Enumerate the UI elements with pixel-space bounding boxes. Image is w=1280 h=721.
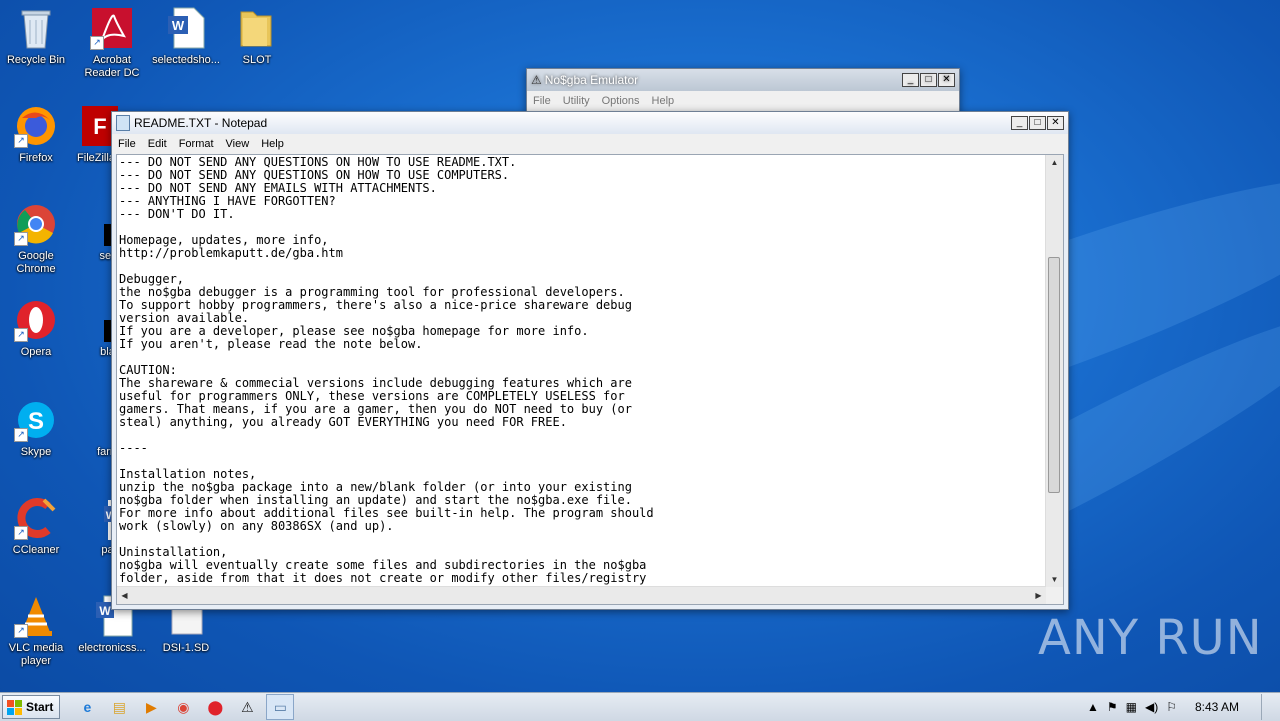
- icon-label: SLOT: [242, 54, 272, 66]
- icon-label: electronicss...: [78, 642, 146, 654]
- notepad-titlebar[interactable]: README.TXT - Notepad _ □ ✕: [112, 112, 1068, 134]
- scroll-down-icon[interactable]: ▼: [1047, 572, 1062, 587]
- desktop-icon-recycle-bin[interactable]: Recycle Bin: [0, 6, 75, 67]
- icon-label: Acrobat Reader DC: [84, 54, 140, 79]
- desktop-icon-vlc[interactable]: ↗ VLC media player: [0, 594, 75, 668]
- nogba-app-icon: ⚠: [531, 73, 542, 87]
- menu-help[interactable]: Help: [646, 95, 681, 107]
- icon-label: selectedsho...: [152, 54, 220, 66]
- show-desktop-button[interactable]: [1261, 694, 1272, 720]
- menu-format[interactable]: Format: [173, 138, 220, 150]
- desktop-icon-selectedsho[interactable]: W selectedsho...: [147, 6, 225, 67]
- menu-file[interactable]: File: [112, 138, 142, 150]
- system-tray: ▲ ⚑ ▦ ◀) ⚐ 8:43 AM: [1079, 693, 1280, 721]
- maximize-button[interactable]: □: [920, 73, 937, 87]
- shortcut-arrow-icon: ↗: [14, 526, 28, 540]
- flag-icon[interactable]: ⚐: [1166, 700, 1177, 714]
- text-editor[interactable]: --- DO NOT SEND ANY QUESTIONS ON HOW TO …: [116, 154, 1064, 605]
- svg-text:W: W: [99, 604, 111, 618]
- notepad-menubar: File Edit Format View Help: [112, 134, 1068, 154]
- shortcut-arrow-icon: ↗: [14, 134, 28, 148]
- vertical-scrollbar[interactable]: ▲ ▼: [1045, 155, 1063, 587]
- volume-icon[interactable]: ◀): [1145, 700, 1158, 714]
- anyrun-watermark: ANY RUN: [1038, 610, 1263, 666]
- close-button[interactable]: ✕: [938, 73, 955, 87]
- chrome-icon: ↗: [14, 202, 58, 246]
- menu-options[interactable]: Options: [596, 95, 646, 107]
- network-icon[interactable]: ▦: [1126, 700, 1137, 714]
- close-button[interactable]: ✕: [1047, 116, 1064, 130]
- minimize-button[interactable]: _: [902, 73, 919, 87]
- start-button[interactable]: Start: [2, 695, 61, 719]
- skype-icon: S ↗: [14, 398, 58, 442]
- scroll-right-icon[interactable]: ▶: [1031, 588, 1046, 603]
- nogba-titlebar[interactable]: ⚠ No$gba Emulator _ □ ✕: [527, 69, 959, 91]
- icon-label: VLC media player: [8, 642, 64, 667]
- chrome-taskbar-icon[interactable]: ◉: [170, 695, 196, 719]
- opera-taskbar-icon[interactable]: ⬤: [202, 695, 228, 719]
- taskbar: Start e ▤ ▶ ◉ ⬤ ⚠ ▭ ▲ ⚑ ▦ ◀) ⚐ 8:43 AM: [0, 692, 1280, 721]
- menu-edit[interactable]: Edit: [142, 138, 173, 150]
- document-text[interactable]: --- DO NOT SEND ANY QUESTIONS ON HOW TO …: [119, 156, 1043, 586]
- windows-logo-icon: [7, 699, 22, 715]
- start-label: Start: [26, 700, 54, 714]
- shortcut-arrow-icon: ↗: [14, 624, 28, 638]
- nogba-menubar: File Utility Options Help: [527, 91, 959, 111]
- scroll-left-icon[interactable]: ◀: [117, 588, 132, 603]
- nogba-taskbar-icon[interactable]: ⚠: [234, 695, 260, 719]
- notepad-app-icon: [116, 115, 130, 131]
- desktop-icon-acrobat[interactable]: ↗ Acrobat Reader DC: [73, 6, 151, 80]
- tray-chevron-icon[interactable]: ▲: [1087, 700, 1099, 714]
- menu-help[interactable]: Help: [255, 138, 290, 150]
- ie-taskbar-icon[interactable]: e: [74, 695, 100, 719]
- vlc-icon: ↗: [14, 594, 58, 638]
- ccleaner-icon: ↗: [14, 496, 58, 540]
- explorer-taskbar-icon[interactable]: ▤: [106, 695, 132, 719]
- window-title: No$gba Emulator: [544, 73, 639, 87]
- horizontal-scrollbar[interactable]: ◀ ▶: [117, 586, 1046, 604]
- clock[interactable]: 8:43 AM: [1195, 700, 1239, 714]
- minimize-button[interactable]: _: [1011, 116, 1028, 130]
- menu-file[interactable]: File: [527, 95, 557, 107]
- menu-view[interactable]: View: [220, 138, 256, 150]
- shortcut-arrow-icon: ↗: [90, 36, 104, 50]
- shortcut-arrow-icon: ↗: [14, 428, 28, 442]
- nogba-emulator-window: ⚠ No$gba Emulator _ □ ✕ File Utility Opt…: [526, 68, 960, 114]
- notepad-window: README.TXT - Notepad _ □ ✕ File Edit For…: [111, 111, 1069, 610]
- icon-label: Recycle Bin: [6, 54, 66, 66]
- shortcut-arrow-icon: ↗: [14, 232, 28, 246]
- svg-text:S: S: [28, 408, 44, 435]
- media-player-taskbar-icon[interactable]: ▶: [138, 695, 164, 719]
- icon-label: DSI-1.SD: [162, 642, 210, 654]
- scroll-up-icon[interactable]: ▲: [1047, 155, 1062, 170]
- action-center-icon[interactable]: ⚑: [1107, 700, 1118, 714]
- maximize-button[interactable]: □: [1029, 116, 1046, 130]
- notepad-taskbar-icon[interactable]: ▭: [266, 694, 295, 720]
- svg-text:F: F: [93, 114, 106, 139]
- folder-icon: [235, 6, 279, 50]
- menu-utility[interactable]: Utility: [557, 95, 596, 107]
- window-title: README.TXT - Notepad: [134, 116, 268, 130]
- recycle-bin-icon: [14, 6, 58, 50]
- vertical-scroll-thumb[interactable]: [1048, 257, 1060, 493]
- shortcut-arrow-icon: ↗: [14, 328, 28, 342]
- acrobat-icon: ↗: [90, 6, 134, 50]
- opera-icon: ↗: [14, 298, 58, 342]
- word-doc-icon: W: [164, 6, 208, 50]
- svg-text:W: W: [172, 18, 185, 33]
- desktop-icon-slot[interactable]: SLOT: [218, 6, 296, 67]
- firefox-icon: ↗: [14, 104, 58, 148]
- scrollbar-corner: [1046, 587, 1063, 604]
